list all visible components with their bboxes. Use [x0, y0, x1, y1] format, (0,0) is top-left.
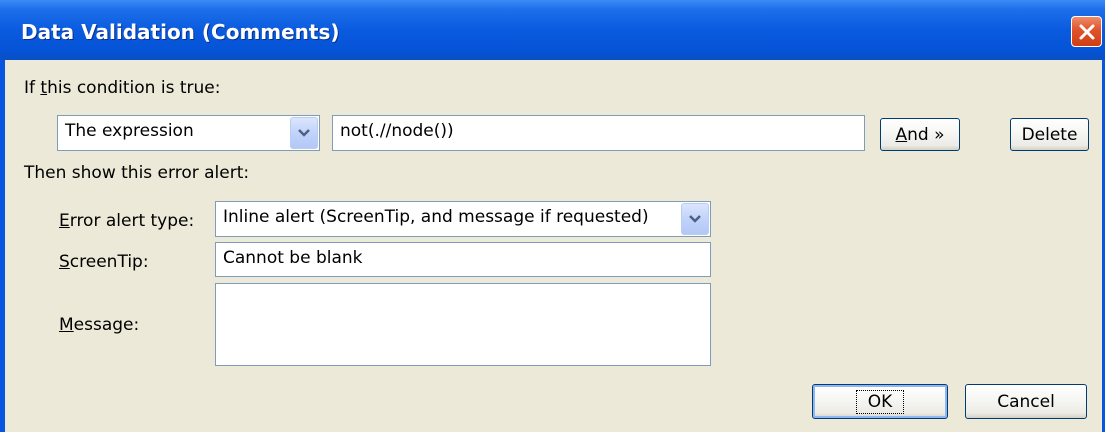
screentip-label: ScreenTip: [59, 252, 149, 272]
condition-operand-select[interactable]: The expression [57, 115, 320, 151]
delete-button-label: Delete [1021, 124, 1078, 145]
screentip-value: Cannot be blank [223, 248, 363, 268]
error-alert-type-value: Inline alert (ScreenTip, and message if … [223, 207, 649, 227]
chevron-down-icon [689, 215, 701, 223]
delete-button[interactable]: Delete [1010, 118, 1089, 151]
error-alert-type-select[interactable]: Inline alert (ScreenTip, and message if … [215, 201, 711, 237]
and-button-label: And » [895, 124, 945, 145]
error-alert-heading: Then show this error alert: [24, 163, 250, 183]
message-textarea[interactable] [215, 283, 711, 366]
error-alert-type-dropdown-button[interactable] [681, 203, 709, 235]
ok-button-label: OK [855, 389, 905, 414]
error-alert-type-label: Error alert type: [59, 211, 195, 231]
cancel-button-label: Cancel [997, 391, 1055, 412]
and-button[interactable]: And » [880, 118, 960, 151]
message-label: Message: [59, 315, 140, 335]
cancel-button[interactable]: Cancel [965, 384, 1087, 419]
dialog-body: If this condition is true: The expressio… [5, 60, 1102, 432]
expression-value: not(.//node()) [340, 121, 454, 141]
close-icon [1079, 24, 1094, 39]
condition-operand-value: The expression [65, 121, 194, 141]
title-bar[interactable]: Data Validation (Comments) [0, 0, 1105, 60]
chevron-down-icon [298, 129, 310, 137]
screentip-input[interactable]: Cannot be blank [215, 242, 711, 277]
expression-input[interactable]: not(.//node()) [332, 115, 865, 151]
dialog-window: Data Validation (Comments) If this condi… [0, 0, 1105, 432]
ok-button[interactable]: OK [812, 384, 948, 419]
condition-heading: If this condition is true: [24, 78, 221, 98]
window-title: Data Validation (Comments) [21, 20, 340, 44]
close-button[interactable] [1071, 16, 1102, 47]
condition-operand-dropdown-button[interactable] [290, 117, 318, 149]
